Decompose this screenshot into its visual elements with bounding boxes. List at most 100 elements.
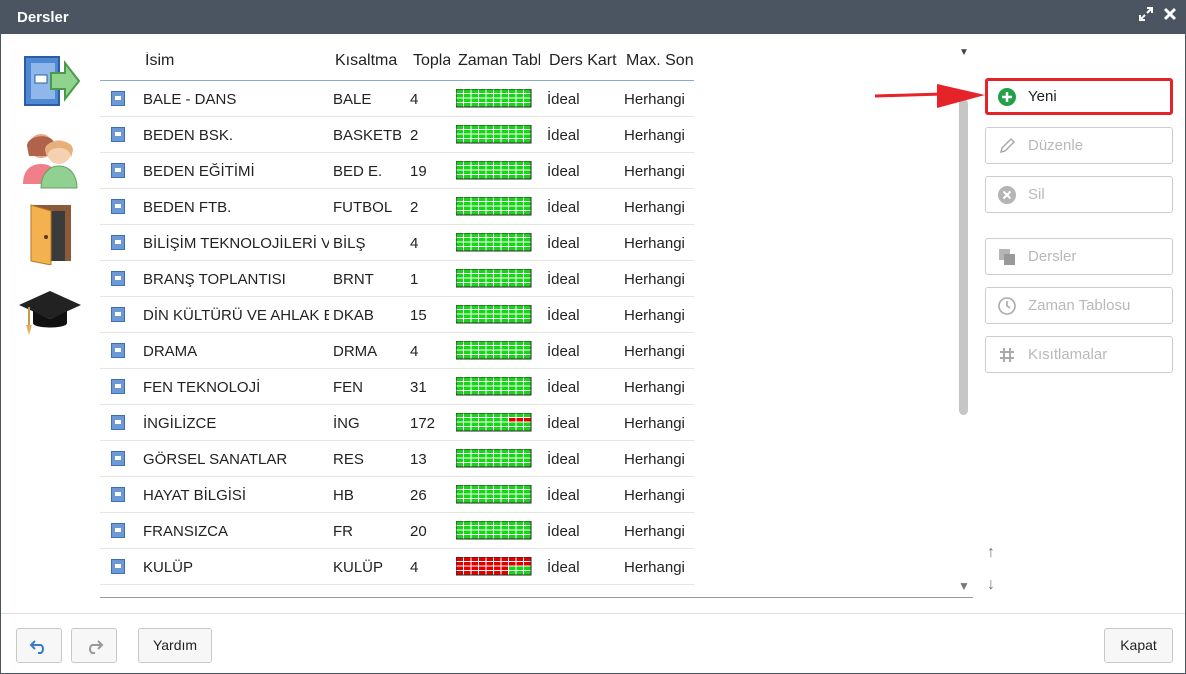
- lesson-card: İdeal: [547, 559, 580, 576]
- lesson-icon: [111, 235, 125, 250]
- lesson-card: İdeal: [547, 235, 580, 252]
- table-row[interactable]: BEDEN EĞİTİMİ BED E. 19 İdeal Herhangi: [100, 153, 694, 189]
- table-row[interactable]: BEDEN BSK. BASKETBOL 2 İdeal Herhangi: [100, 117, 694, 153]
- lesson-total: 4: [410, 343, 419, 360]
- timetable-preview: [456, 485, 532, 504]
- lesson-max-next: Herhangi: [624, 163, 685, 180]
- constraints-button-label: Kısıtlamalar: [1028, 346, 1108, 363]
- redo-button[interactable]: [71, 628, 117, 663]
- lesson-total: 1: [410, 271, 419, 288]
- timetable-preview: [456, 305, 532, 324]
- lesson-max-next: Herhangi: [624, 451, 685, 468]
- lesson-max-next: Herhangi: [624, 235, 685, 252]
- delete-button[interactable]: Sil: [985, 176, 1173, 213]
- lesson-icon: [111, 127, 125, 142]
- lesson-icon: [111, 307, 125, 322]
- lesson-card: İdeal: [547, 91, 580, 108]
- close-button[interactable]: Kapat: [1104, 628, 1173, 663]
- lesson-icon: [111, 415, 125, 430]
- lesson-short-name: KULÜP: [333, 559, 384, 576]
- lessons-export-icon[interactable]: [21, 51, 85, 115]
- close-icon[interactable]: [1163, 7, 1177, 26]
- table-row[interactable]: FRANSIZCA FR 20 İdeal Herhangi: [100, 513, 694, 549]
- column-header-lesson-card[interactable]: Ders Kartı: [549, 52, 617, 70]
- lesson-name: DİN KÜLTÜRÜ VE AHLAK BİLGİSİ: [143, 307, 329, 324]
- column-header-short[interactable]: Kısaltma: [335, 52, 401, 70]
- lesson-max-next: Herhangi: [624, 271, 685, 288]
- lesson-name: DRAMA: [143, 343, 198, 360]
- lesson-short-name: BRNT: [333, 271, 374, 288]
- lesson-name: BRANŞ TOPLANTISI: [143, 271, 286, 288]
- table-row[interactable]: BEDEN FTB. FUTBOL 2 İdeal Herhangi: [100, 189, 694, 225]
- maximize-icon[interactable]: [1139, 7, 1153, 26]
- new-button[interactable]: Yeni: [985, 78, 1173, 115]
- table-row[interactable]: BRANŞ TOPLANTISI BRNT 1 İdeal Herhangi: [100, 261, 694, 297]
- lesson-short-name: BİLŞ: [333, 235, 366, 252]
- column-header-total[interactable]: Toplam: [413, 52, 450, 70]
- teachers-icon[interactable]: [19, 128, 83, 192]
- scroll-down-icon[interactable]: ▼: [957, 579, 971, 593]
- table-row[interactable]: GÖRSEL SANATLAR RES 13 İdeal Herhangi: [100, 441, 694, 477]
- lesson-name: GÖRSEL SANATLAR: [143, 451, 288, 468]
- lessons-grid: İsim Kısaltma Toplam Zaman Tablosu Ders …: [100, 41, 694, 597]
- lesson-icon: [111, 559, 125, 574]
- lesson-total: 2: [410, 199, 419, 216]
- lesson-icon: [111, 451, 125, 466]
- delete-circle-icon: [997, 185, 1017, 205]
- table-row[interactable]: DRAMA DRMA 4 İdeal Herhangi: [100, 333, 694, 369]
- lessons-dialog: Dersler İsim Kısaltma Topla Zaman Tabl D…: [0, 0, 1186, 674]
- lesson-short-name: FR: [333, 523, 353, 540]
- timetable-button[interactable]: Zaman Tablosu: [985, 287, 1173, 324]
- lessons-button[interactable]: Dersler: [985, 238, 1173, 275]
- clock-icon: [997, 296, 1017, 316]
- lesson-icon: [111, 199, 125, 214]
- lesson-name: BEDEN FTB.: [143, 199, 232, 216]
- lesson-card: İdeal: [547, 307, 580, 324]
- table-row[interactable]: DİN KÜLTÜRÜ VE AHLAK BİLGİSİDKAB 15 İdeal H…: [100, 297, 694, 333]
- undo-button[interactable]: [16, 628, 62, 663]
- column-header-name[interactable]: İsim: [145, 52, 295, 70]
- lesson-icon: [111, 163, 125, 178]
- scroll-up-icon[interactable]: ▼: [957, 47, 971, 58]
- timetable-preview: [456, 89, 532, 108]
- lesson-total: 20: [410, 523, 427, 540]
- lesson-card: İdeal: [547, 415, 580, 432]
- lesson-icon: [111, 379, 125, 394]
- table-row[interactable]: BALE - DANS BALE 4 İdeal Herhangi: [100, 81, 694, 117]
- classroom-door-icon[interactable]: [27, 201, 91, 266]
- lesson-name: FEN TEKNOLOJİ: [143, 379, 261, 396]
- timetable-preview: [456, 233, 532, 252]
- timetable-preview: [456, 377, 532, 396]
- lesson-card: İdeal: [547, 487, 580, 504]
- column-header-timetable[interactable]: Zaman Tablosu: [458, 52, 540, 70]
- graduation-cap-icon[interactable]: [17, 287, 81, 351]
- lesson-card: İdeal: [547, 523, 580, 540]
- table-row[interactable]: BİLİŞİM TEKNOLOJİLERİ VE YAZILIMBİLŞ 4 İde…: [100, 225, 694, 261]
- table-row[interactable]: İNGİLİZCE İNG 172 İdeal Herhangi: [100, 405, 694, 441]
- scrollbar-thumb[interactable]: [959, 99, 968, 415]
- lesson-icon: [111, 487, 125, 502]
- timetable-preview: [456, 413, 532, 432]
- timetable-preview: [456, 557, 532, 576]
- lesson-short-name: DKAB: [333, 307, 374, 324]
- constraints-button[interactable]: Kısıtlamalar: [985, 336, 1173, 373]
- column-header-max-next[interactable]: Max. Sonraki: [626, 52, 694, 70]
- table-row[interactable]: HAYAT BİLGİSİ HB 26 İdeal Herhangi: [100, 477, 694, 513]
- lesson-max-next: Herhangi: [624, 559, 685, 576]
- timetable-preview: [456, 449, 532, 468]
- lesson-card: İdeal: [547, 343, 580, 360]
- table-row[interactable]: FEN TEKNOLOJİ FEN 31 İdeal Herhangi: [100, 369, 694, 405]
- help-button[interactable]: Yardım: [138, 628, 212, 663]
- vertical-scrollbar[interactable]: ▼ ▼: [957, 41, 971, 597]
- lesson-max-next: Herhangi: [624, 523, 685, 540]
- table-row[interactable]: KULÜP KULÜP 4 İdeal Herhangi: [100, 549, 694, 585]
- lesson-total: 26: [410, 487, 427, 504]
- timetable-preview: [456, 125, 532, 144]
- lesson-short-name: HB: [333, 487, 354, 504]
- lesson-name: İNGİLİZCE: [143, 415, 217, 432]
- lesson-name: HAYAT BİLGİSİ: [143, 487, 247, 504]
- edit-button[interactable]: Düzenle: [985, 127, 1173, 164]
- move-down-icon[interactable]: ↓: [987, 576, 995, 594]
- move-up-icon[interactable]: ↑: [987, 544, 995, 562]
- grid-bottom-border: [100, 597, 973, 598]
